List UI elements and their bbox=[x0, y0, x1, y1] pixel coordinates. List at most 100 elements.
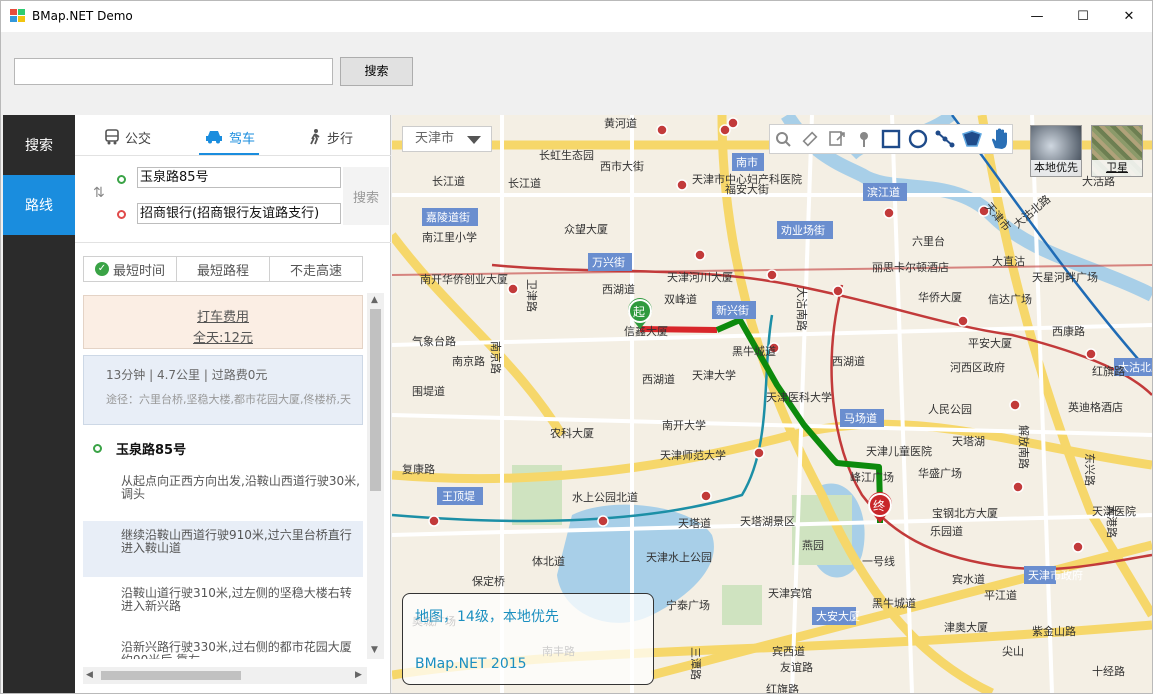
map-label: 紫金山路 bbox=[1032, 624, 1076, 638]
nav-item-search[interactable]: 搜索 bbox=[3, 115, 75, 175]
maximize-icon: ☐ bbox=[1077, 9, 1089, 24]
minimize-button[interactable]: — bbox=[1014, 1, 1060, 32]
taxi-fare-value[interactable]: 全天:12元 bbox=[84, 327, 362, 346]
toolbar: 搜索 bbox=[1, 32, 1152, 114]
map-label: 卫津路 bbox=[525, 279, 538, 312]
tab-walk[interactable]: 步行 bbox=[309, 123, 353, 151]
maptype-satellite[interactable]: 卫星 bbox=[1091, 125, 1143, 177]
scroll-thumb[interactable] bbox=[370, 309, 381, 491]
map-label: 津奥大厦 bbox=[944, 620, 988, 634]
close-button[interactable]: ✕ bbox=[1106, 1, 1152, 32]
polygon-tool[interactable] bbox=[958, 125, 985, 153]
map-label: 西湖道 bbox=[602, 282, 635, 296]
hand-icon bbox=[991, 128, 1007, 149]
magnifier-icon bbox=[776, 132, 792, 147]
scroll-left-icon[interactable]: ◀ bbox=[86, 670, 93, 680]
rectangle-tool[interactable] bbox=[878, 125, 905, 153]
map-label: 天津水上公园 bbox=[646, 551, 712, 564]
map-label: 天津宾馆 bbox=[768, 586, 812, 600]
map-label: 万兴街 bbox=[592, 255, 625, 269]
minimize-icon: — bbox=[1030, 9, 1044, 24]
city-select[interactable]: 天津市 bbox=[402, 126, 492, 152]
map-label: 大港路 bbox=[1105, 505, 1119, 538]
map-label: 天津市政府 bbox=[1028, 568, 1083, 582]
map-label: 嘉陵道街 bbox=[426, 210, 470, 224]
window-title: BMap.NET Demo bbox=[32, 9, 133, 23]
tab-bus[interactable]: 公交 bbox=[105, 123, 151, 151]
maptype-local-label: 本地优先 bbox=[1031, 160, 1081, 176]
map-status-text: 地图，14级，本地优先 bbox=[415, 609, 559, 625]
map-label: 红旗路 bbox=[766, 682, 799, 693]
taxi-fare-card[interactable]: 打车费用 全天:12元 bbox=[83, 295, 363, 349]
export-icon bbox=[829, 131, 846, 146]
map-label: 西市大街 bbox=[600, 159, 644, 173]
map-label: 南开华侨创业大厦 bbox=[420, 272, 508, 286]
map-label: 六里台 bbox=[912, 234, 945, 248]
map-label: 体北道 bbox=[532, 554, 565, 568]
map-label: 天塔道 bbox=[678, 516, 711, 530]
route-search-button[interactable]: 搜索 bbox=[343, 167, 389, 225]
map-copyright-text: BMap.NET 2015 bbox=[415, 656, 527, 672]
policy-fastest[interactable]: ✓ 最短时间 bbox=[84, 257, 177, 281]
search-button[interactable]: 搜索 bbox=[340, 57, 413, 86]
map-label: 黑牛城道 bbox=[872, 596, 916, 610]
pin-icon bbox=[860, 132, 869, 147]
walk-icon bbox=[310, 129, 320, 145]
swap-icon[interactable]: ⇅ bbox=[93, 185, 105, 201]
tab-drive[interactable]: 驾车 bbox=[205, 123, 255, 151]
map-label: 红旗路 bbox=[1092, 364, 1125, 378]
start-point-icon bbox=[117, 175, 126, 184]
map-label: 双峰道 bbox=[664, 292, 697, 306]
scroll-up-icon[interactable]: ▲ bbox=[371, 295, 378, 305]
map-label: 友谊路 bbox=[780, 660, 813, 674]
map-label: 水上公园北道 bbox=[572, 490, 638, 504]
maximize-button[interactable]: ☐ bbox=[1060, 1, 1106, 32]
circle-tool[interactable] bbox=[904, 125, 931, 153]
policy-fastest-label: 最短时间 bbox=[112, 263, 165, 279]
map-label: 南江里小学 bbox=[422, 230, 477, 244]
map-label: 东兴路 bbox=[1083, 453, 1096, 486]
policy-shortest[interactable]: 最短路程 bbox=[177, 257, 270, 281]
policy-no-highway[interactable]: 不走高速 bbox=[270, 257, 362, 281]
list-item[interactable]: 从起点向正西方向出发,沿鞍山西道行驶30米,调头 bbox=[83, 473, 363, 513]
start-field[interactable]: 玉泉路85号 bbox=[137, 167, 341, 188]
scroll-right-icon[interactable]: ▶ bbox=[355, 670, 362, 680]
search-input[interactable] bbox=[14, 58, 333, 85]
list-item[interactable]: 继续沿鞍山西道行驶910米,过六里台桥直行进入鞍山道 bbox=[83, 521, 363, 577]
maptype-local[interactable]: 本地优先 bbox=[1030, 125, 1082, 177]
map-label: 十经路 bbox=[1092, 664, 1125, 678]
list-item[interactable]: 沿鞍山道行驶310米,过左侧的坚稳大楼右转进入新兴路 bbox=[83, 583, 363, 623]
end-field[interactable]: 招商银行(招商银行友谊路支行) bbox=[137, 203, 341, 224]
export-tool[interactable] bbox=[824, 125, 851, 153]
start-dot-icon bbox=[93, 444, 102, 453]
map-label: 天津师范大学 bbox=[660, 448, 726, 462]
map-label: 南京路 bbox=[452, 354, 485, 368]
circle-icon bbox=[908, 129, 928, 149]
polyline-tool[interactable] bbox=[931, 125, 958, 153]
tab-bus-label: 公交 bbox=[125, 131, 152, 147]
scroll-down-icon[interactable]: ▼ bbox=[371, 645, 378, 655]
list-item[interactable]: 沿新兴路行驶330米,过右侧的都市花园大厦约90米后,靠左 bbox=[83, 639, 363, 660]
map-label: 三潭路 bbox=[689, 647, 702, 680]
map-label: 大沽南路 bbox=[795, 287, 809, 331]
taxi-fare-title[interactable]: 打车费用 bbox=[84, 306, 362, 325]
map-label: 气象台路 bbox=[412, 334, 456, 348]
zoom-tool[interactable] bbox=[770, 125, 797, 153]
map-label: 西康路 bbox=[1052, 324, 1085, 338]
map-view[interactable]: 嘉陵道街 万兴街 劝业场街 新兴街 南市 滨江道 马场道 王顶堤 大安大厦 天津… bbox=[392, 115, 1152, 693]
map-label: 复康路 bbox=[402, 462, 435, 476]
route-result-list: 打车费用 全天:12元 13分钟 | 4.7公里 | 过路费0元 途径：六里台桥… bbox=[75, 293, 391, 659]
map-label: 峰江广场 bbox=[850, 470, 894, 484]
horizontal-scrollbar[interactable]: ◀ ▶ bbox=[83, 667, 367, 684]
map-label: 天塔湖景区 bbox=[740, 515, 795, 528]
nav-item-route[interactable]: 路线 bbox=[3, 175, 75, 235]
route-summary[interactable]: 13分钟 | 4.7公里 | 过路费0元 途径：六里台桥,坚稳大楼,都市花园大厦… bbox=[83, 355, 363, 425]
polygon-icon bbox=[961, 130, 982, 147]
map-label: 宾水道 bbox=[952, 572, 985, 586]
pan-tool[interactable] bbox=[985, 125, 1012, 153]
marker-tool[interactable] bbox=[851, 125, 878, 153]
map-label: 福安大街 bbox=[725, 182, 769, 196]
ruler-tool[interactable] bbox=[797, 125, 824, 153]
h-scroll-thumb[interactable] bbox=[101, 671, 241, 680]
vertical-scrollbar[interactable]: ▲ ▼ bbox=[367, 293, 384, 659]
